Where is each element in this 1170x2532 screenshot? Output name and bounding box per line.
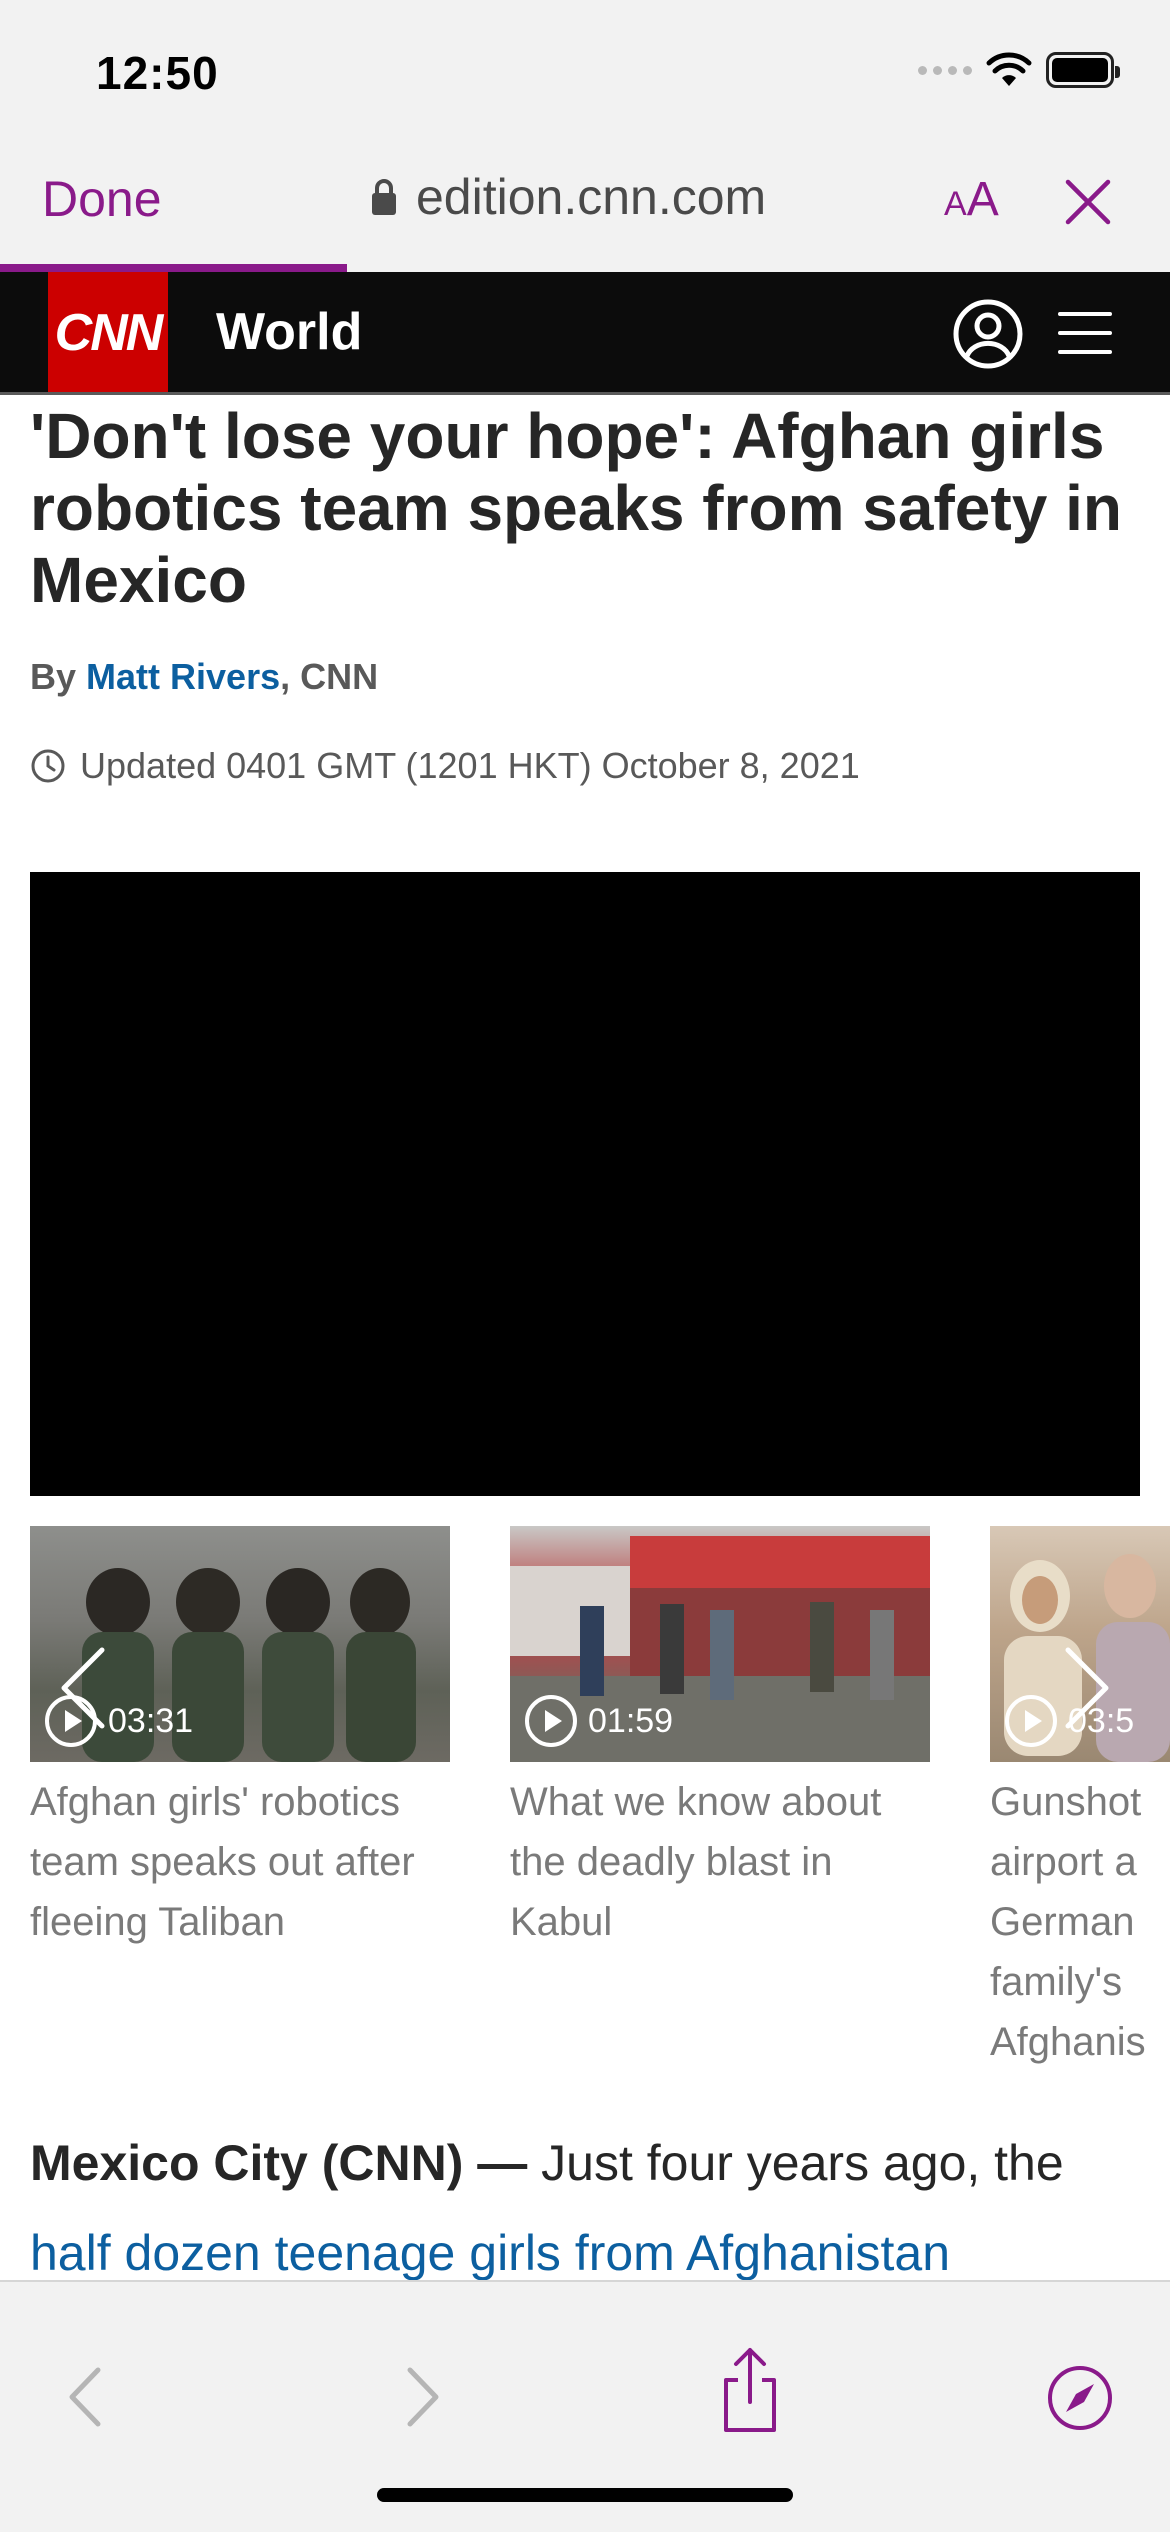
video-player[interactable] bbox=[30, 872, 1140, 1496]
dateline: Mexico City (CNN) — bbox=[30, 2135, 528, 2191]
play-icon bbox=[1005, 1695, 1057, 1747]
status-icons bbox=[918, 50, 1120, 90]
updated-timestamp: Updated 0401 GMT (1201 HKT) October 8, 2… bbox=[30, 745, 860, 787]
video-title[interactable]: Gunshot airport a German family's Afghan… bbox=[990, 1772, 1160, 2066]
carousel-card[interactable]: 01:59 What we know about the deadly blas… bbox=[510, 1526, 930, 1952]
inline-link[interactable]: half dozen teenage girls from Afghanista… bbox=[30, 2225, 950, 2281]
back-icon[interactable] bbox=[62, 2364, 108, 2430]
author-link[interactable]: Matt Rivers bbox=[86, 656, 280, 697]
site-header: CNN World bbox=[0, 272, 1170, 394]
carousel-card[interactable]: 03:5 Gunshot airport a German family's A… bbox=[990, 1526, 1170, 2066]
home-indicator bbox=[377, 2488, 793, 2502]
video-thumbnail[interactable]: 01:59 bbox=[510, 1526, 930, 1762]
header-divider bbox=[0, 392, 1170, 395]
cellular-signal-icon bbox=[918, 65, 972, 75]
done-button[interactable]: Done bbox=[42, 170, 162, 228]
text-size-button[interactable]: AA bbox=[944, 172, 999, 227]
url-field[interactable]: edition.cnn.com bbox=[370, 168, 766, 226]
carousel-next-icon[interactable] bbox=[1062, 1646, 1112, 1730]
carousel-card[interactable]: 03:31 Afghan girls' robotics team speaks… bbox=[30, 1526, 450, 1952]
play-icon bbox=[525, 1695, 577, 1747]
page-load-progress bbox=[0, 264, 347, 272]
browser-bar: Done edition.cnn.com AA bbox=[0, 140, 1170, 272]
section-title[interactable]: World bbox=[216, 302, 362, 362]
carousel-prev-icon[interactable] bbox=[58, 1646, 108, 1730]
compass-icon[interactable] bbox=[1046, 2364, 1114, 2432]
clock-icon bbox=[31, 749, 65, 783]
byline: By Matt Rivers, CNN bbox=[30, 656, 379, 697]
hamburger-menu-icon[interactable] bbox=[1058, 306, 1112, 360]
video-title[interactable]: What we know about the deadly blast in K… bbox=[510, 1772, 930, 1952]
video-title[interactable]: Afghan girls' robotics team speaks out a… bbox=[30, 1772, 450, 1952]
video-carousel[interactable]: 03:31 Afghan girls' robotics team speaks… bbox=[0, 1526, 1170, 2066]
share-icon[interactable] bbox=[718, 2346, 782, 2436]
wifi-icon bbox=[986, 52, 1032, 86]
battery-icon bbox=[1046, 52, 1120, 88]
url-text: edition.cnn.com bbox=[416, 169, 767, 225]
cnn-logo[interactable]: CNN bbox=[48, 272, 168, 394]
status-bar: 12:50 bbox=[0, 0, 1170, 140]
article-lead: Mexico City (CNN) — Just four years ago,… bbox=[30, 2135, 1064, 2281]
user-account-icon[interactable] bbox=[952, 298, 1024, 370]
forward-icon[interactable] bbox=[400, 2364, 446, 2430]
lock-icon bbox=[372, 179, 396, 215]
close-icon[interactable] bbox=[1062, 176, 1114, 228]
duration-badge: 01:59 bbox=[524, 1694, 673, 1748]
article-headline: 'Don't lose your hope': Afghan girls rob… bbox=[30, 400, 1122, 616]
status-time: 12:50 bbox=[96, 47, 219, 99]
